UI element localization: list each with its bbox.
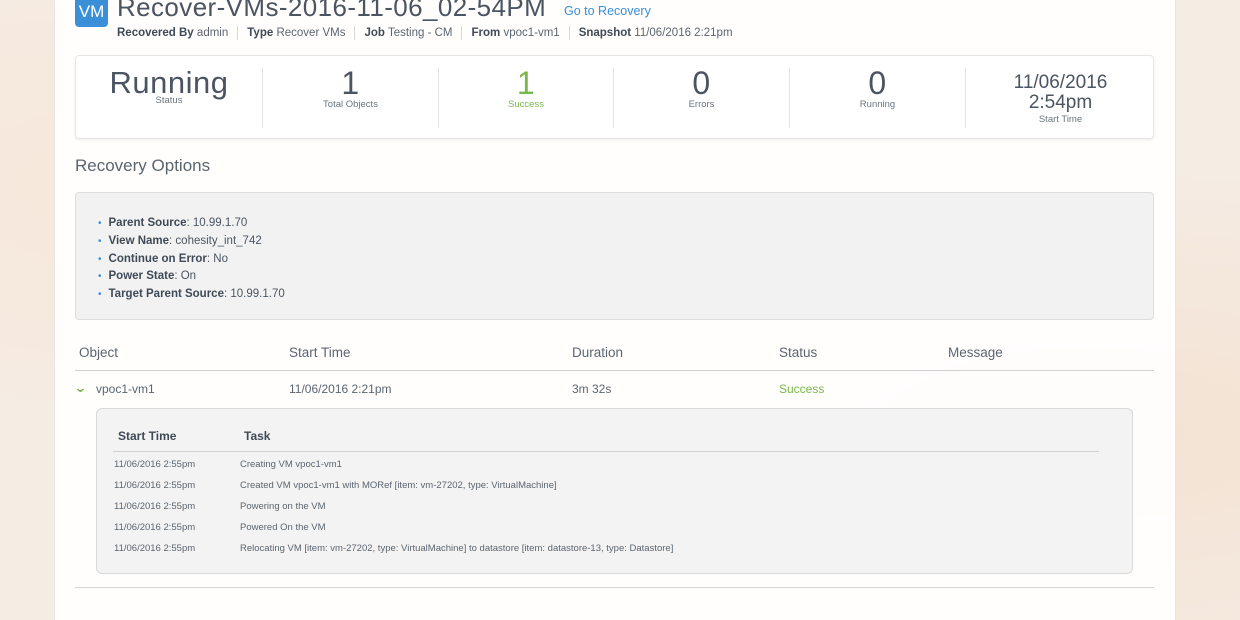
recovery-options-box: • Parent Source: 10.99.1.70 • View Name: c…: [75, 192, 1154, 320]
task-col-start-time: Start Time: [118, 429, 177, 443]
stat-start-time: 11/06/2016 2:54pm Start Time: [1013, 72, 1108, 125]
option-target-parent-source: • Target Parent Source: 10.99.1.70: [98, 288, 285, 301]
recovery-options-list: • Parent Source: 10.99.1.70 • View Name: c…: [98, 215, 285, 304]
option-view-name: • View Name: cohesity_int_742: [98, 234, 262, 247]
meta-job: Job Testing - CM: [354, 26, 461, 40]
bullet-icon: •: [98, 271, 102, 283]
stat-running: 0 Running: [790, 67, 966, 128]
task-row: 11/06/2016 2:55pm Relocating VM [item: v…: [114, 543, 674, 554]
recovery-options-title: Recovery Options: [75, 156, 211, 175]
task-row: 11/06/2016 2:55pm Powering on the VM: [114, 501, 326, 512]
bullet-icon: •: [98, 253, 102, 265]
task-row: 11/06/2016 2:55pm Created VM vpoc1-vm1 w…: [114, 480, 557, 491]
bullet-icon: •: [98, 289, 102, 301]
meta-snapshot: Snapshot 11/06/2016 2:21pm: [568, 26, 742, 40]
stats-card: Running Status 1 Total Objects 1 Success…: [75, 55, 1154, 139]
stat-status: Running Status: [76, 67, 263, 128]
stat-total-objects: 1 Total Objects: [263, 67, 439, 128]
row-status: Success: [779, 382, 825, 396]
task-details-panel: Start Time Task 11/06/2016 2:55pm Creati…: [96, 408, 1133, 574]
vm-badge: VM: [75, 0, 108, 27]
option-continue-on-error: • Continue on Error: No: [98, 252, 228, 265]
objects-table-header: Object Start Time Duration Status Messag…: [75, 343, 1154, 371]
table-row[interactable]: ⌄ vpoc1-vm1 11/06/2016 2:21pm 3m 32s Suc…: [73, 378, 1154, 402]
go-to-recovery-link[interactable]: Go to Recovery: [564, 4, 651, 18]
stat-errors: 0 Errors: [614, 67, 790, 128]
page-title: Recover-VMs-2016-11-06_02-54PM: [117, 0, 547, 22]
recovery-meta: Recovered By admin Type Recover VMs Job …: [117, 26, 742, 40]
bullet-icon: •: [98, 218, 102, 229]
meta-recovered-by: Recovered By admin: [117, 27, 229, 39]
meta-type: Type Recover VMs: [237, 26, 354, 40]
row-duration: 3m 32s: [572, 382, 612, 396]
option-parent-source: • Parent Source: 10.99.1.70: [98, 217, 248, 229]
meta-from: From vpoc1-vm1: [461, 26, 568, 40]
chevron-down-icon[interactable]: ⌄: [73, 380, 87, 396]
col-start-time[interactable]: Start Time: [289, 345, 351, 360]
col-object[interactable]: Object: [79, 345, 118, 360]
task-row: 11/06/2016 2:55pm Creating VM vpoc1-vm1: [114, 459, 342, 470]
bullet-icon: •: [98, 235, 102, 247]
task-row: 11/06/2016 2:55pm Powered On the VM: [114, 522, 326, 533]
row-object: vpoc1-vm1: [96, 382, 155, 396]
recovery-header: VM Recover-VMs-2016-11-06_02-54PM Go to …: [75, 0, 1155, 50]
stat-success: 1 Success: [439, 67, 614, 128]
divider: [75, 587, 1154, 588]
col-duration[interactable]: Duration: [572, 345, 623, 360]
task-col-task: Task: [244, 429, 271, 443]
row-start-time: 11/06/2016 2:21pm: [289, 382, 392, 396]
option-power-state: • Power State: On: [98, 270, 197, 283]
col-message: Message: [948, 345, 1003, 360]
divider: [113, 451, 1099, 452]
col-status[interactable]: Status: [779, 345, 817, 360]
